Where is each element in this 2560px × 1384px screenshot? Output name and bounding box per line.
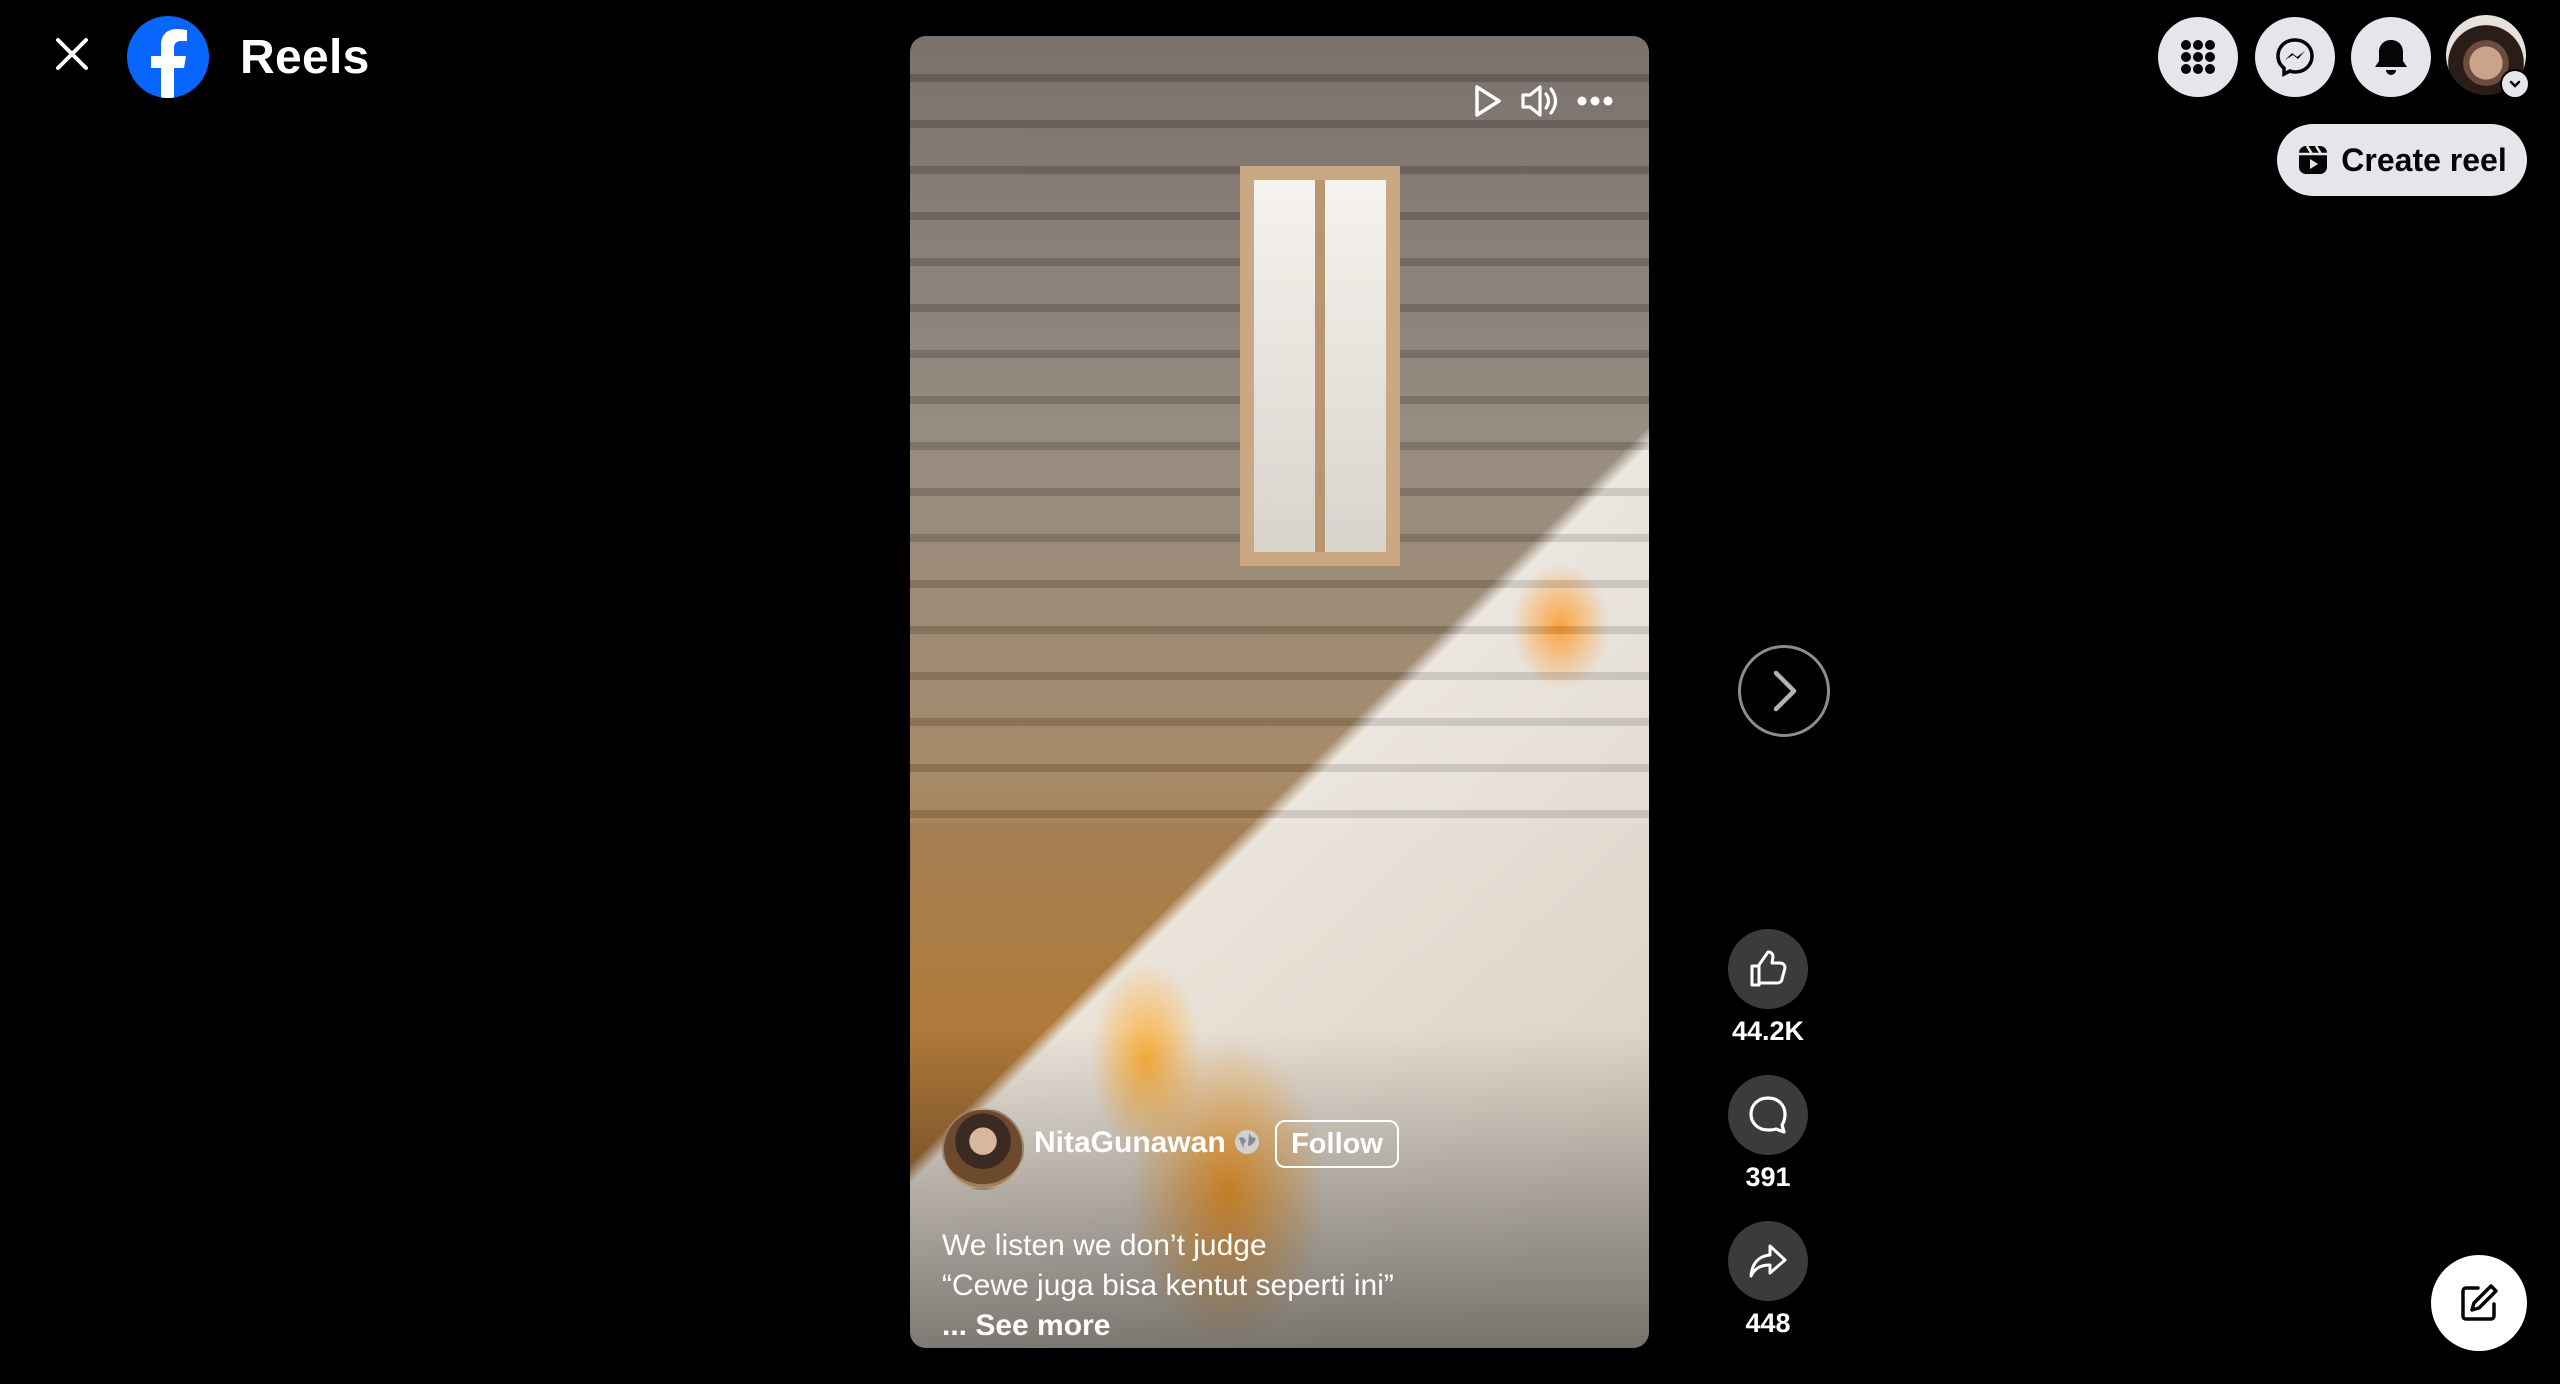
chevron-down-badge	[2500, 69, 2530, 99]
caption-line-1: We listen we don’t judge	[942, 1229, 1267, 1262]
page-title: Reels	[240, 31, 370, 84]
chevron-right-icon	[1773, 670, 1797, 712]
comment-count: 391	[1745, 1162, 1791, 1192]
create-reel-label: Create reel	[2341, 141, 2507, 178]
messenger-button[interactable]	[2255, 17, 2335, 97]
share-button[interactable]	[1728, 1221, 1808, 1301]
volume-icon	[1521, 85, 1558, 117]
caption-line-2: “Cewe juga bisa kentut seperti ini”	[942, 1269, 1394, 1302]
next-reel-button[interactable]	[1738, 645, 1830, 737]
grid-menu-icon	[2181, 40, 2215, 74]
globe-icon	[1235, 1130, 1259, 1154]
like-count: 44.2K	[1731, 1016, 1805, 1046]
menu-button[interactable]	[2158, 17, 2238, 97]
comment-button[interactable]	[1728, 1075, 1808, 1155]
follow-button[interactable]: Follow	[1275, 1120, 1399, 1168]
compose-button[interactable]	[2431, 1255, 2527, 1351]
close-button[interactable]	[44, 26, 100, 82]
facebook-f-icon	[151, 29, 187, 98]
messenger-icon	[2276, 38, 2314, 77]
like-button[interactable]	[1728, 929, 1808, 1009]
share-icon	[1749, 1244, 1787, 1278]
see-more-link[interactable]: ... See more	[942, 1306, 1110, 1346]
author-avatar[interactable]	[942, 1108, 1024, 1190]
notifications-button[interactable]	[2351, 17, 2431, 97]
facebook-logo[interactable]	[127, 16, 209, 98]
reel-icon	[2299, 145, 2328, 174]
reel-video[interactable]: NitaGunawan Follow We listen we don’t ju…	[910, 36, 1649, 1348]
play-icon	[1475, 85, 1501, 117]
create-reel-button[interactable]: Create reel	[2277, 124, 2527, 196]
bell-icon	[2375, 40, 2407, 75]
edit-icon	[2461, 1284, 2498, 1321]
more-icon	[1577, 96, 1613, 106]
account-menu[interactable]	[2446, 15, 2530, 99]
share-count: 448	[1745, 1308, 1791, 1338]
author-name[interactable]: NitaGunawan	[1034, 1126, 1226, 1160]
thumbs-up-icon	[1750, 950, 1787, 987]
volume-button[interactable]	[1516, 76, 1566, 126]
more-options-button[interactable]	[1570, 76, 1620, 126]
video-frame-window	[1240, 166, 1400, 566]
close-icon	[56, 38, 88, 70]
chevron-down-icon	[2509, 80, 2521, 88]
comment-icon	[1749, 1096, 1787, 1134]
play-button[interactable]	[1462, 76, 1512, 126]
